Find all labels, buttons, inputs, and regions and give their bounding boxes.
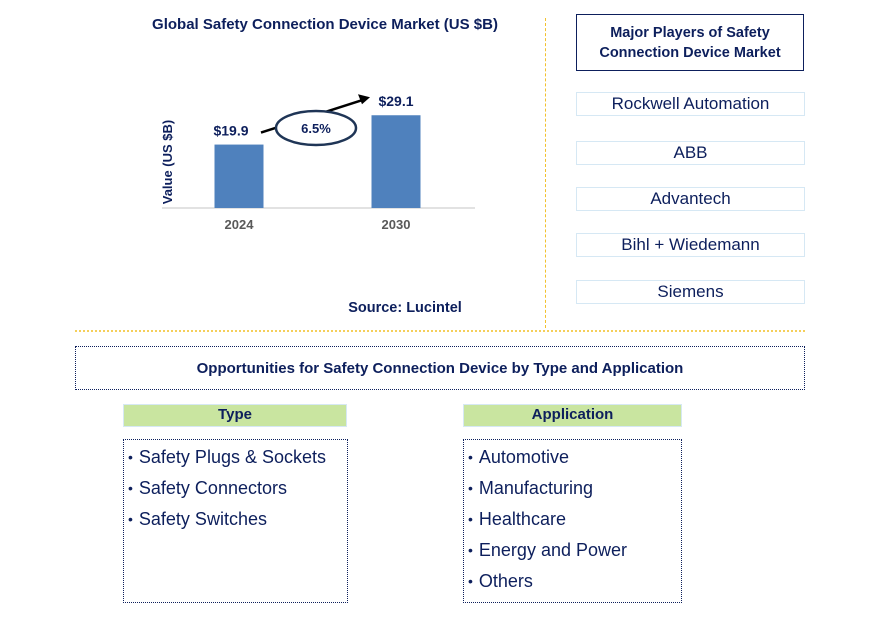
application-item: Healthcare bbox=[468, 504, 681, 535]
application-list: Automotive Manufacturing Healthcare Ener… bbox=[463, 439, 682, 603]
vertical-divider bbox=[545, 18, 546, 328]
bar-2024 bbox=[214, 144, 264, 208]
player-item: Bihl + Wiedemann bbox=[576, 233, 805, 257]
data-label: $19.9 bbox=[213, 123, 248, 139]
player-item: Siemens bbox=[576, 280, 805, 304]
players-title: Major Players of Safety Connection Devic… bbox=[576, 14, 804, 71]
application-heading: Application bbox=[463, 404, 682, 427]
type-item: Safety Connectors bbox=[128, 473, 347, 504]
type-list: Safety Plugs & Sockets Safety Connectors… bbox=[123, 439, 348, 603]
source-label: Source: Lucintel bbox=[348, 300, 462, 316]
application-item: Others bbox=[468, 566, 681, 597]
opportunities-title: Opportunities for Safety Connection Devi… bbox=[75, 346, 805, 390]
bar-chart: Value (US $B) $19.9 2024 $29.1 2030 6.5% bbox=[160, 93, 475, 232]
application-item: Energy and Power bbox=[468, 535, 681, 566]
type-item: Safety Plugs & Sockets bbox=[128, 442, 347, 473]
chart-title: Global Safety Connection Device Market (… bbox=[152, 16, 498, 33]
x-tick-label: 2024 bbox=[225, 217, 255, 232]
y-axis-label: Value (US $B) bbox=[160, 120, 175, 205]
player-item: Advantech bbox=[576, 187, 805, 211]
player-item: ABB bbox=[576, 141, 805, 165]
application-item: Manufacturing bbox=[468, 473, 681, 504]
horizontal-divider bbox=[75, 330, 805, 332]
type-heading: Type bbox=[123, 404, 347, 427]
cagr-label: 6.5% bbox=[301, 121, 331, 136]
player-item: Rockwell Automation bbox=[576, 92, 805, 116]
x-tick-label: 2030 bbox=[382, 217, 411, 232]
data-label: $29.1 bbox=[378, 93, 413, 109]
bar-2030 bbox=[371, 115, 421, 208]
type-item: Safety Switches bbox=[128, 504, 347, 535]
cagr-arrow-head bbox=[358, 94, 370, 105]
application-item: Automotive bbox=[468, 442, 681, 473]
